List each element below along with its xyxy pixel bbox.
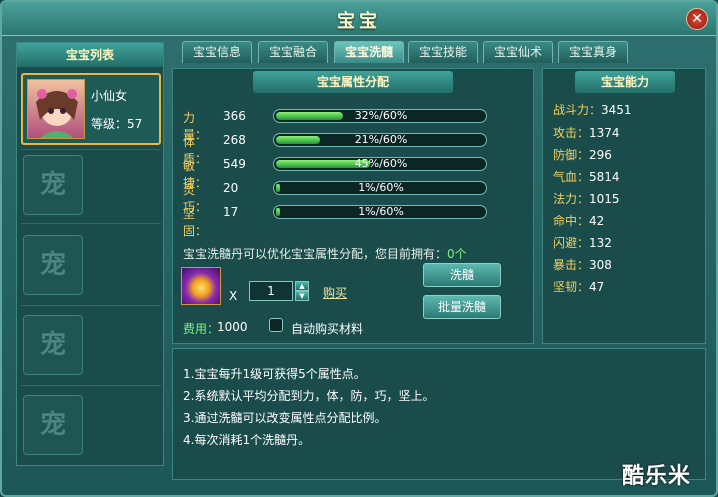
- refine-notice: 宝宝洗髓丹可以优化宝宝属性分配，您目前拥有：0个: [183, 245, 467, 262]
- pet-window: 宝宝 ✕ 宝宝列表 小仙女 等级：57 宠 宠 宠 宠 宝宝信息 宝宝融合 宝宝…: [0, 0, 718, 497]
- empty-pet-slot[interactable]: 宠: [23, 315, 83, 375]
- stat-combat-power: 战斗力：3451: [553, 103, 632, 117]
- pet-avatar: [27, 79, 85, 139]
- tip-line: 3.通过洗髓可以改变属性点分配比例。: [183, 411, 387, 425]
- tab-pet-magic[interactable]: 宝宝仙术: [483, 41, 553, 63]
- stepper-down-icon[interactable]: ▼: [295, 291, 309, 301]
- pet-name: 小仙女: [91, 89, 128, 103]
- attribute-header: 宝宝属性分配: [253, 71, 453, 93]
- tip-line: 4.每次消耗1个洗髓丹。: [183, 433, 311, 447]
- attr-progress-bar: 1%/60%: [273, 181, 487, 195]
- tip-line: 2.系统默认平均分配到力，体，防，巧，坚上。: [183, 389, 435, 403]
- attr-value: 268: [223, 133, 246, 147]
- tab-pet-skills[interactable]: 宝宝技能: [408, 41, 478, 63]
- buy-link[interactable]: 购买: [323, 284, 347, 301]
- attr-percent: 1%/60%: [358, 181, 404, 194]
- watermark: 酷乐米: [622, 464, 692, 489]
- empty-pet-slot[interactable]: 宠: [23, 155, 83, 215]
- owned-count: 0个: [447, 247, 467, 261]
- tab-pet-fusion[interactable]: 宝宝融合: [258, 41, 328, 63]
- attr-value: 20: [223, 181, 239, 195]
- attr-value: 17: [223, 205, 239, 219]
- tab-pet-refine[interactable]: 宝宝洗髓: [334, 41, 404, 63]
- attr-progress-bar: 32%/60%: [273, 109, 487, 123]
- attr-progress-bar: 1%/60%: [273, 205, 487, 219]
- tab-pet-true-form[interactable]: 宝宝真身: [558, 41, 628, 63]
- tab-pet-info[interactable]: 宝宝信息: [182, 41, 252, 63]
- attribute-panel: 宝宝属性分配 力量： 366 32%/60% 体质： 268 21%/60% 敏…: [172, 68, 534, 344]
- divider: [21, 149, 161, 150]
- stat-attack: 攻击：1374: [553, 126, 620, 140]
- ability-header: 宝宝能力: [575, 71, 675, 93]
- attr-value: 366: [223, 109, 246, 123]
- empty-pet-slot[interactable]: 宠: [23, 235, 83, 295]
- auto-buy-checkbox[interactable]: [269, 318, 283, 332]
- tip-line: 1.宝宝每升1级可获得5个属性点。: [183, 367, 366, 381]
- attr-percent: 21%/60%: [354, 133, 408, 146]
- stat-crit: 暴击：308: [553, 258, 612, 272]
- fee-label: 费用：: [183, 322, 220, 336]
- quantity-input[interactable]: 1: [249, 281, 293, 301]
- times-sign: X: [229, 289, 238, 303]
- attr-percent: 1%/60%: [358, 205, 404, 218]
- stat-tenacity: 坚韧：47: [553, 280, 605, 294]
- pet-level: 等级：57: [91, 117, 143, 131]
- stepper-up-icon[interactable]: ▲: [295, 281, 309, 291]
- refine-button[interactable]: 洗髓: [423, 263, 501, 287]
- attr-percent: 45%/60%: [354, 157, 408, 170]
- ability-panel: 宝宝能力 战斗力：3451 攻击：1374 防御：296 气血：5814 法力：…: [542, 68, 706, 344]
- attr-progress-bar: 45%/60%: [273, 157, 487, 171]
- attr-value: 549: [223, 157, 246, 171]
- divider: [21, 305, 161, 306]
- pet-list-header: 宝宝列表: [17, 43, 163, 67]
- stat-hit: 命中：42: [553, 214, 605, 228]
- stat-defense: 防御：296: [553, 148, 612, 162]
- attr-percent: 32%/60%: [354, 109, 408, 122]
- stat-hp: 气血：5814: [553, 170, 620, 184]
- empty-pet-slot[interactable]: 宠: [23, 395, 83, 455]
- attr-progress-bar: 21%/60%: [273, 133, 487, 147]
- window-title: 宝宝: [337, 11, 381, 32]
- title-bar: 宝宝 ✕: [2, 2, 716, 36]
- refine-notice-text: 宝宝洗髓丹可以优化宝宝属性分配，您目前拥有：: [183, 247, 448, 261]
- pet-card[interactable]: 小仙女 等级：57: [21, 73, 161, 145]
- refine-pill-icon: [181, 267, 221, 305]
- stat-dodge: 闪避：132: [553, 236, 612, 250]
- auto-buy-label: 自动购买材料: [291, 322, 364, 336]
- pet-list-panel: 宝宝列表 小仙女 等级：57 宠 宠 宠 宠: [16, 42, 164, 466]
- attr-label: 坚固：: [183, 207, 208, 238]
- close-button[interactable]: ✕: [686, 8, 708, 30]
- fee-value: 1000: [217, 320, 248, 334]
- quantity-stepper[interactable]: ▲ ▼: [295, 281, 309, 301]
- stat-mana: 法力：1015: [553, 192, 620, 206]
- batch-refine-button[interactable]: 批量洗髓: [423, 295, 501, 319]
- divider: [21, 385, 161, 386]
- divider: [21, 223, 161, 224]
